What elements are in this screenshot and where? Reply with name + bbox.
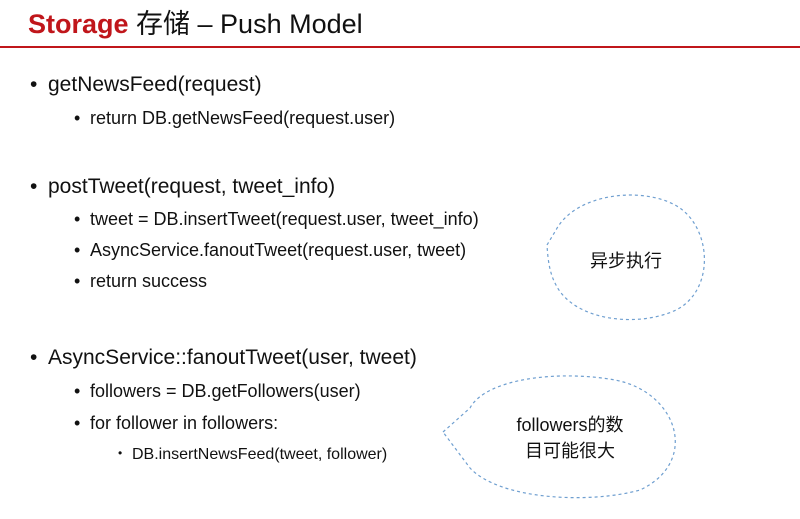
- callout-text-followers-line2: 目可能很大: [525, 441, 615, 461]
- callout-bubbles: [442, 194, 705, 499]
- callout-text-followers-line1: followers的数: [516, 415, 624, 435]
- callout-text-async: 异步执行: [590, 251, 662, 271]
